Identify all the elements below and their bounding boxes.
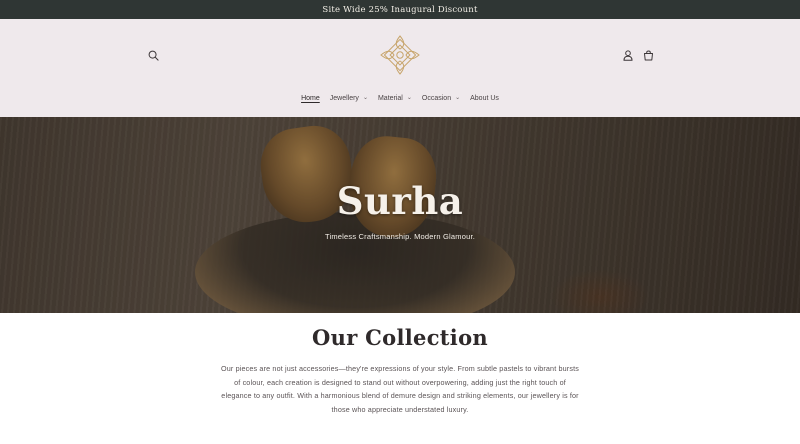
account-button[interactable] xyxy=(621,47,635,63)
account-icon xyxy=(623,49,633,61)
chevron-down-icon: ⌄ xyxy=(455,94,461,101)
nav-item-occasion[interactable]: Occasion ⌄ xyxy=(417,91,465,105)
search-button[interactable] xyxy=(145,47,161,63)
search-icon xyxy=(148,50,159,61)
announcement-bar: Site Wide 25% Inaugural Discount xyxy=(0,0,800,19)
site-header: Home Jewellery ⌄ Material ⌄ Occasion ⌄ A… xyxy=(0,19,800,117)
hero-title: Surha xyxy=(336,179,464,223)
nav-label: Home xyxy=(301,94,320,102)
nav-label: Jewellery xyxy=(329,94,359,102)
nav-item-about-us[interactable]: About Us xyxy=(465,91,504,105)
collection-description: Our pieces are not just accessories—they… xyxy=(221,364,579,414)
nav-label: Material xyxy=(377,94,403,102)
logo[interactable] xyxy=(377,33,423,77)
chevron-down-icon: ⌄ xyxy=(362,94,368,101)
nav-label: About Us xyxy=(470,94,499,102)
chevron-down-icon: ⌄ xyxy=(406,94,412,101)
cart-button[interactable] xyxy=(641,47,656,63)
collection-section: Our Collection Our pieces are not just a… xyxy=(0,313,800,444)
nav-item-home[interactable]: Home xyxy=(296,91,325,105)
nav-label: Occasion xyxy=(421,94,452,102)
main-nav: Home Jewellery ⌄ Material ⌄ Occasion ⌄ A… xyxy=(0,91,800,105)
hero-subtitle: Timeless Craftsmanship. Modern Glamour. xyxy=(324,232,476,241)
collection-title: Our Collection xyxy=(312,325,488,350)
nav-item-material[interactable]: Material ⌄ xyxy=(373,91,417,105)
nav-item-jewellery[interactable]: Jewellery ⌄ xyxy=(325,91,373,105)
surha-logo xyxy=(380,35,420,75)
hero-banner: Surha Timeless Craftsmanship. Modern Gla… xyxy=(0,117,800,313)
announcement-text: Site Wide 25% Inaugural Discount xyxy=(322,4,478,15)
cart-icon xyxy=(644,49,653,60)
